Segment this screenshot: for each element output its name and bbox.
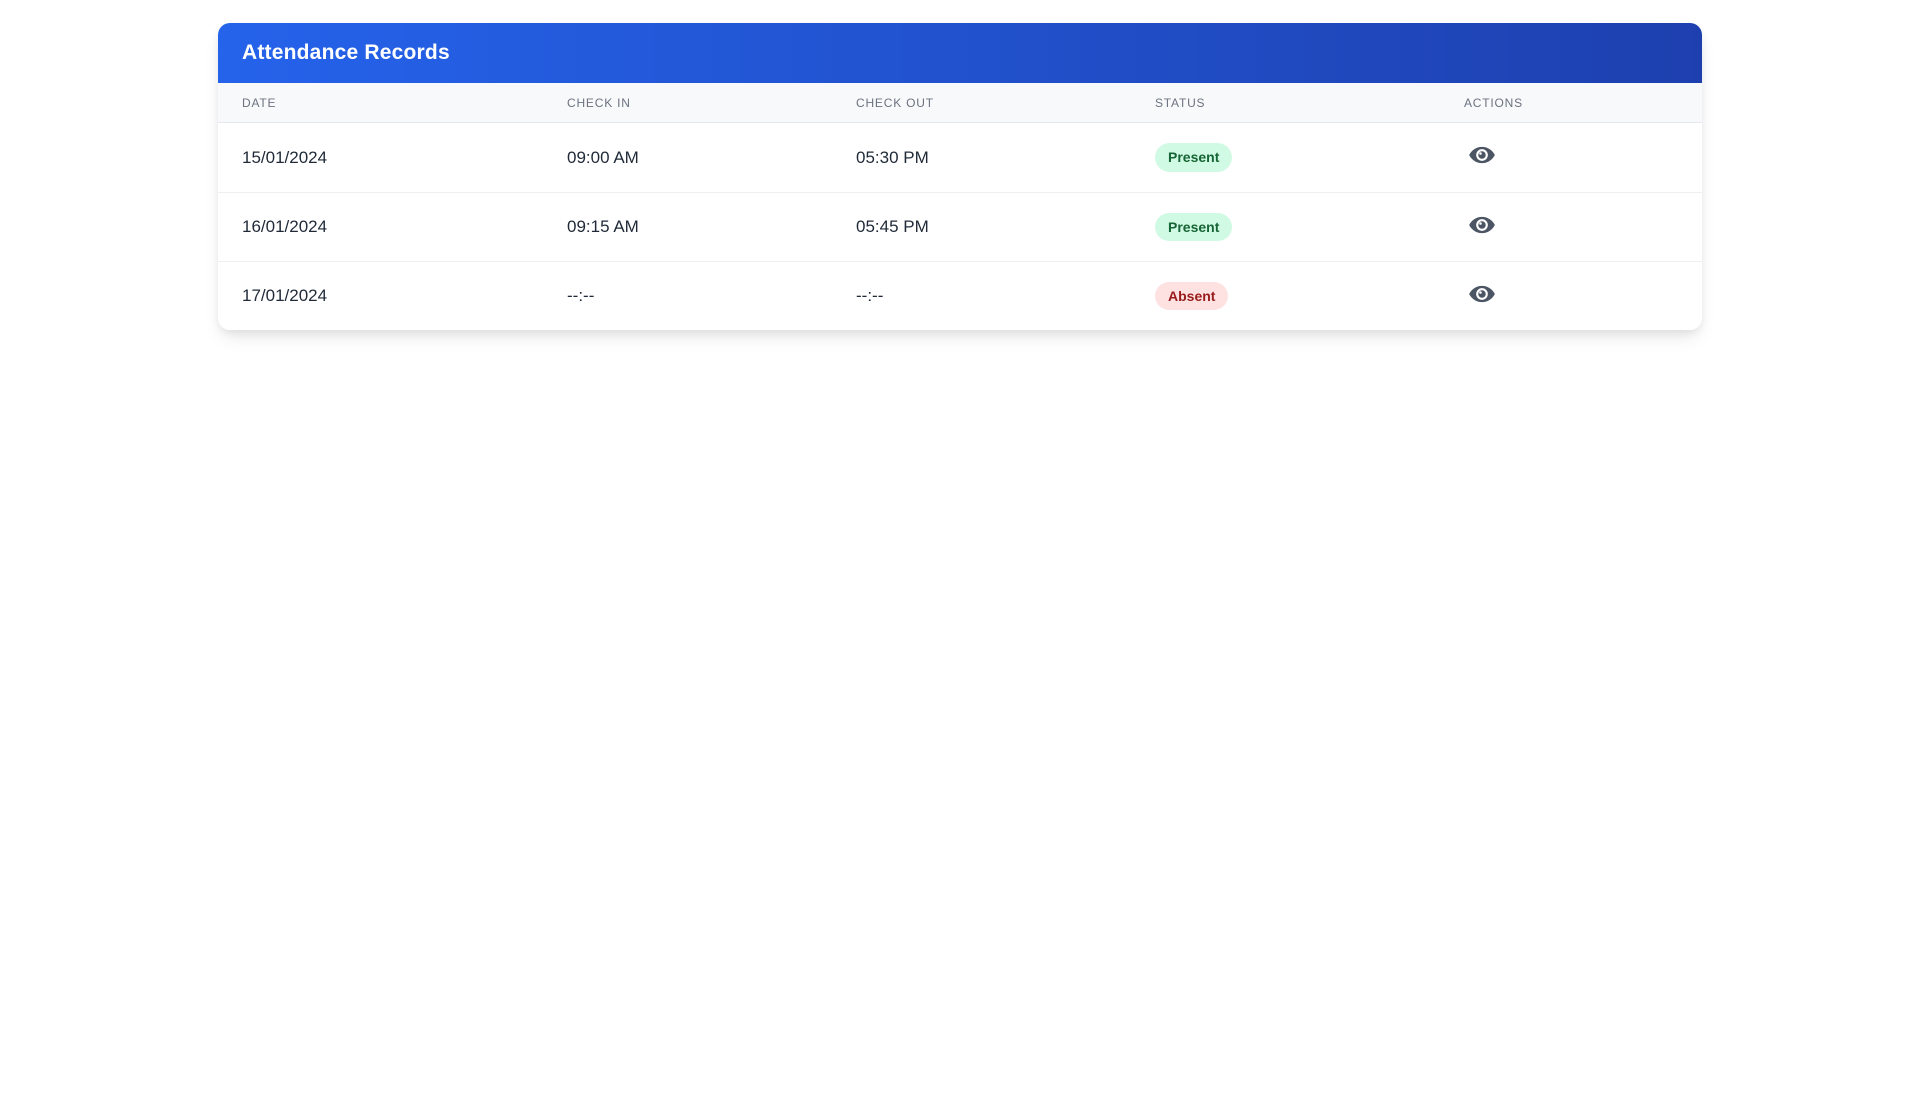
table-header-row: DATE CHECK IN CHECK OUT STATUS ACTIONS bbox=[218, 83, 1702, 123]
date-cell: 17/01/2024 bbox=[242, 286, 328, 305]
column-header-check-out: CHECK OUT bbox=[856, 95, 934, 110]
date-cell: 15/01/2024 bbox=[242, 147, 328, 167]
eye-icon bbox=[1469, 285, 1495, 302]
column-header-check-in: CHECK IN bbox=[567, 95, 631, 110]
view-record-button[interactable] bbox=[1468, 213, 1496, 237]
check-out-cell: 05:45 PM bbox=[856, 217, 929, 236]
eye-icon bbox=[1469, 216, 1495, 233]
check-out-cell: --:-- bbox=[856, 286, 884, 305]
check-in-cell: --:-- bbox=[567, 286, 595, 305]
table-row: 17/01/2024 --:-- --:-- Absent bbox=[218, 261, 1702, 330]
eye-icon bbox=[1469, 146, 1495, 164]
column-header-status: STATUS bbox=[1155, 95, 1206, 110]
date-cell: 16/01/2024 bbox=[242, 217, 328, 236]
column-header-date: DATE bbox=[242, 95, 277, 110]
table-row: 15/01/2024 09:00 AM 05:30 PM Present bbox=[218, 123, 1702, 192]
status-badge: Present bbox=[1155, 143, 1233, 172]
column-header-actions: ACTIONS bbox=[1464, 95, 1523, 110]
view-record-button[interactable] bbox=[1468, 282, 1496, 306]
page: { "card": { "title": "Attendance Records… bbox=[0, 23, 1920, 1103]
page-title: Attendance Records bbox=[242, 41, 450, 64]
attendance-card: Attendance Records DATE CHECK IN CHECK O… bbox=[218, 23, 1702, 330]
view-record-button[interactable] bbox=[1468, 143, 1496, 167]
check-out-cell: 05:30 PM bbox=[856, 147, 929, 167]
check-in-cell: 09:00 AM bbox=[567, 147, 639, 167]
card-header: Attendance Records bbox=[218, 23, 1702, 83]
status-badge: Absent bbox=[1155, 281, 1229, 311]
check-in-cell: 09:15 AM bbox=[567, 217, 639, 236]
status-badge: Present bbox=[1155, 212, 1233, 242]
table-row: 16/01/2024 09:15 AM 05:45 PM Present bbox=[218, 192, 1702, 261]
